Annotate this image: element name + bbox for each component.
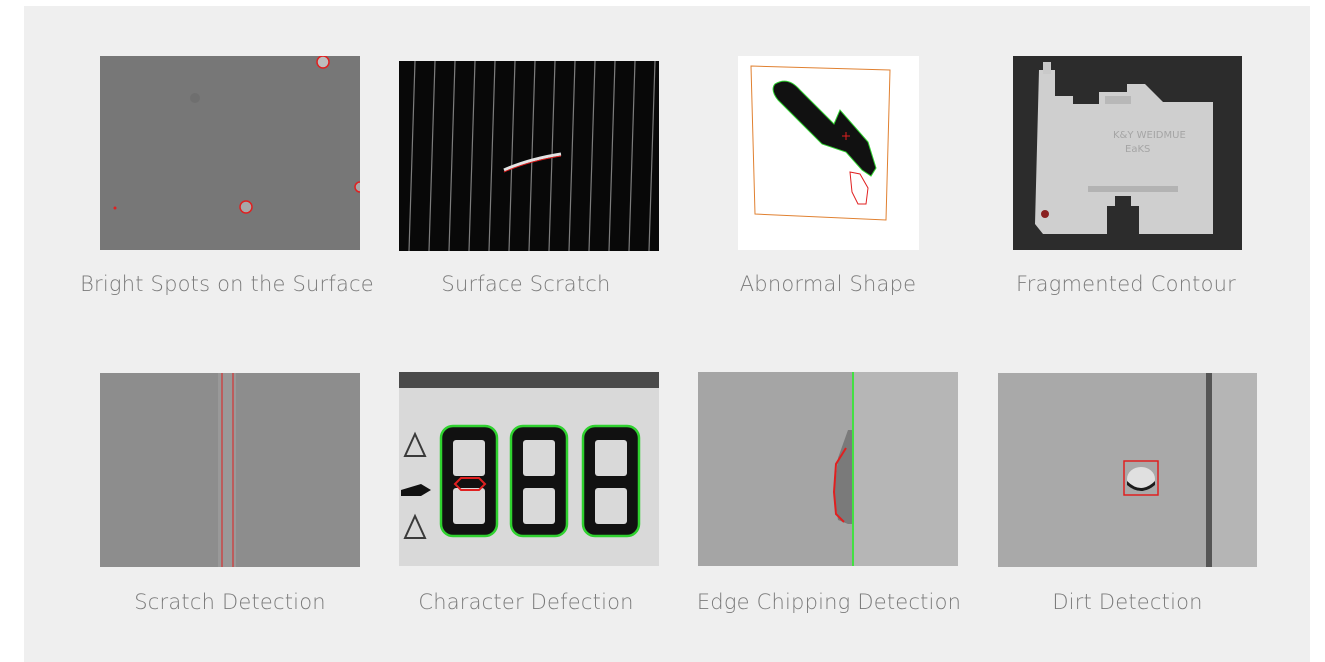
abnormal-shape-image bbox=[738, 56, 919, 250]
caption-bright-spots: Bright Spots on the Surface bbox=[80, 272, 374, 296]
bright-spots-image bbox=[100, 56, 360, 250]
character-defection-image bbox=[399, 372, 659, 566]
scratch-detection-image bbox=[100, 373, 360, 567]
caption-fragmented-contour: Fragmented Contour bbox=[1016, 272, 1236, 296]
edge-chipping-image bbox=[698, 372, 958, 566]
dirt-detection-image bbox=[998, 373, 1257, 567]
caption-abnormal-shape: Abnormal Shape bbox=[739, 272, 917, 296]
caption-dirt-detection: Dirt Detection bbox=[1052, 590, 1203, 614]
fragmented-contour-image: K&Y WEIDMUE EaKS bbox=[1013, 56, 1242, 250]
caption-character-defection: Character Defection bbox=[418, 590, 634, 614]
caption-surface-scratch: Surface Scratch bbox=[441, 272, 611, 296]
caption-edge-chipping: Edge Chipping Detection bbox=[696, 590, 962, 614]
caption-scratch-detection: Scratch Detection bbox=[134, 590, 326, 614]
svg-text:EaKS: EaKS bbox=[1125, 144, 1150, 155]
surface-scratch-image bbox=[399, 61, 659, 251]
svg-text:K&Y WEIDMUE: K&Y WEIDMUE bbox=[1113, 130, 1186, 141]
